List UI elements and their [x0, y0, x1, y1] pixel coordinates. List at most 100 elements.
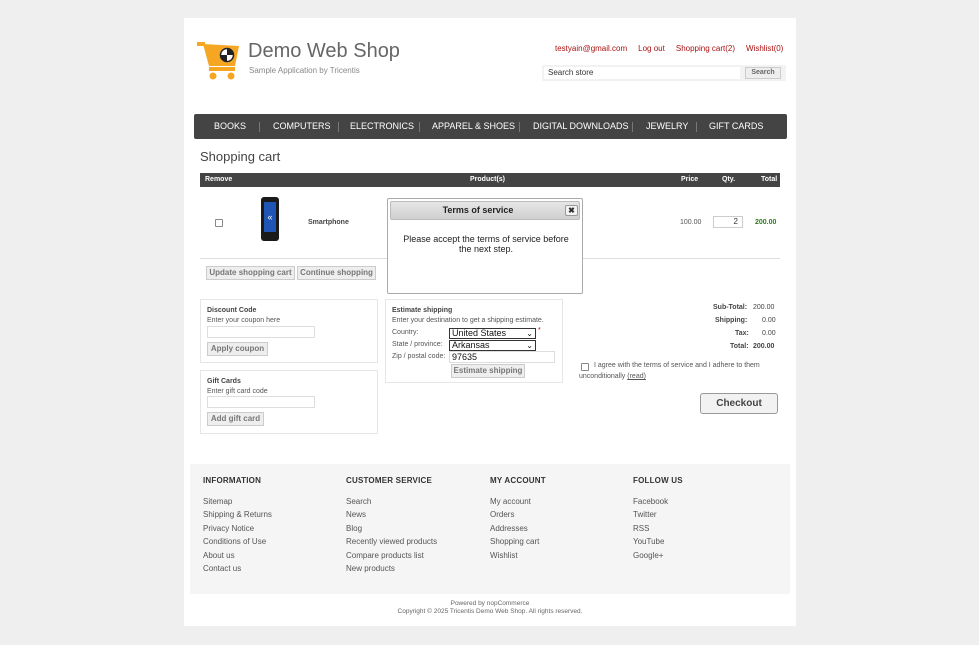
terms-text: I agree with the terms of service and I … [594, 362, 760, 369]
footer-powered-by: Powered by nopCommerce Copyright © 2025 … [184, 600, 796, 616]
discount-title: Discount Code [207, 307, 257, 314]
continue-shopping-button[interactable]: Continue shopping [297, 266, 376, 280]
footer-link-my-account[interactable]: My account [490, 495, 546, 508]
footer: INFORMATION Sitemap Shipping & Returns P… [190, 464, 790, 594]
quantity-input[interactable]: 2 [713, 216, 743, 228]
master-wrapper: Demo Web Shop Sample Application by Tric… [184, 18, 796, 626]
gift-card-hint: Enter gift card code [207, 388, 268, 395]
shipping-title: Estimate shipping [392, 307, 453, 314]
search-button[interactable]: Search [745, 67, 781, 79]
menu-item-apparel-shoes[interactable]: APPAREL & SHOES [432, 114, 515, 139]
product-name-link[interactable]: Smartphone [308, 219, 349, 226]
footer-link-addresses[interactable]: Addresses [490, 522, 546, 535]
terms-of-service-checkbox[interactable] [581, 363, 589, 371]
subtotal-value: 200.00 [753, 304, 775, 311]
footer-link-google-plus[interactable]: Google+ [633, 549, 683, 562]
menu-item-jewelry[interactable]: JEWELRY [646, 114, 688, 139]
footer-link-about-us[interactable]: About us [203, 549, 272, 562]
zip-label: Zip / postal code: [392, 353, 446, 360]
total-label: Total: [730, 343, 749, 350]
state-value: Arkansas [452, 340, 490, 350]
menu-item-gift-cards[interactable]: GIFT CARDS [709, 114, 763, 139]
footer-link-shipping-returns[interactable]: Shipping & Returns [203, 508, 272, 521]
logo-subtitle: Sample Application by Tricentis [249, 66, 360, 75]
shipping-label: Shipping: [715, 317, 748, 324]
footer-link-twitter[interactable]: Twitter [633, 508, 683, 521]
estimate-shipping-button[interactable]: Estimate shipping [451, 364, 525, 378]
column-remove: Remove [205, 176, 233, 183]
footer-link-compare-products[interactable]: Compare products list [346, 549, 437, 562]
update-cart-button[interactable]: Update shopping cart [206, 266, 295, 280]
country-select[interactable]: United States ⌄ [449, 328, 536, 339]
subtotal-label: Sub-Total: [713, 304, 748, 311]
menu-item-books[interactable]: BOOKS [214, 114, 246, 139]
smartphone-icon: « [264, 202, 276, 232]
chevron-down-icon: ⌄ [526, 329, 533, 338]
dialog-message: Please accept the terms of service befor… [403, 234, 569, 254]
wishlist-link[interactable]: Wishlist(0) [746, 44, 783, 53]
footer-link-facebook[interactable]: Facebook [633, 495, 683, 508]
footer-link-search[interactable]: Search [346, 495, 437, 508]
tax-label: Tax: [735, 330, 749, 337]
shipping-hint: Enter your destination to get a shipping… [392, 317, 544, 324]
footer-link-rss[interactable]: RSS [633, 522, 683, 535]
read-terms-link[interactable]: (read) [627, 373, 646, 380]
menu-divider [419, 122, 420, 132]
footer-link-blog[interactable]: Blog [346, 522, 437, 535]
country-value: United States [452, 328, 507, 338]
gift-card-input[interactable] [207, 396, 315, 408]
footer-link-youtube[interactable]: YouTube [633, 535, 683, 548]
footer-heading: CUSTOMER SERVICE [346, 476, 433, 485]
coupon-input[interactable] [207, 326, 315, 338]
state-select[interactable]: Arkansas ⌄ [449, 340, 536, 351]
remove-checkbox[interactable] [215, 219, 223, 227]
footer-link-wishlist[interactable]: Wishlist [490, 549, 546, 562]
menu-item-computers[interactable]: COMPUTERS [273, 114, 331, 139]
zip-input[interactable]: 97635 [449, 351, 555, 363]
menu-divider [259, 122, 260, 132]
add-gift-card-button[interactable]: Add gift card [207, 412, 264, 426]
apply-coupon-button[interactable]: Apply coupon [207, 342, 268, 356]
product-image[interactable]: « [261, 197, 279, 241]
logout-link[interactable]: Log out [638, 44, 665, 53]
footer-link-orders[interactable]: Orders [490, 508, 546, 521]
required-marker: * [538, 327, 541, 334]
menu-item-digital-downloads[interactable]: DIGITAL DOWNLOADS [533, 114, 629, 139]
state-label: State / province: [392, 341, 443, 348]
terms-text-continued: unconditionally (read) [579, 373, 646, 380]
footer-column-my-account: MY ACCOUNT My account Orders Addresses S… [490, 476, 546, 562]
copyright-text: Copyright © 2025 Tricentis Demo Web Shop… [397, 608, 583, 615]
close-icon[interactable]: ✖ [565, 205, 578, 216]
footer-link-shopping-cart[interactable]: Shopping cart [490, 535, 546, 548]
country-label: Country: [392, 329, 419, 336]
terms-text-line2: unconditionally [579, 373, 626, 380]
footer-link-conditions[interactable]: Conditions of Use [203, 535, 272, 548]
footer-link-recently-viewed[interactable]: Recently viewed products [346, 535, 437, 548]
gift-card-title: Gift Cards [207, 378, 241, 385]
footer-column-follow-us: FOLLOW US Facebook Twitter RSS YouTube G… [633, 476, 683, 562]
cart-table-header: Remove Product(s) Price Qty. Total [200, 173, 780, 187]
footer-column-customer-service: CUSTOMER SERVICE Search News Blog Recent… [346, 476, 437, 575]
page-title: Shopping cart [200, 149, 281, 164]
footer-heading: INFORMATION [203, 476, 262, 485]
powered-by-link[interactable]: Powered by nopCommerce [184, 600, 796, 608]
checkout-button[interactable]: Checkout [700, 393, 778, 414]
shopping-cart-logo-icon[interactable] [197, 40, 241, 80]
footer-link-contact-us[interactable]: Contact us [203, 562, 272, 575]
search-input[interactable]: Search store [544, 67, 740, 79]
menu-item-electronics[interactable]: ELECTRONICS [350, 114, 414, 139]
discount-panel: Discount Code Enter your coupon here App… [200, 299, 378, 363]
shopping-cart-link[interactable]: Shopping cart(2) [676, 44, 735, 53]
logo-title[interactable]: Demo Web Shop [248, 40, 400, 63]
dialog-titlebar[interactable]: Terms of service ✖ [390, 201, 580, 220]
footer-link-sitemap[interactable]: Sitemap [203, 495, 272, 508]
gift-card-panel: Gift Cards Enter gift card code Add gift… [200, 370, 378, 434]
tax-value: 0.00 [762, 330, 776, 337]
menu-divider [696, 122, 697, 132]
footer-link-news[interactable]: News [346, 508, 437, 521]
chevron-down-icon: ⌄ [526, 341, 533, 350]
shipping-value: 0.00 [762, 317, 776, 324]
footer-link-privacy-notice[interactable]: Privacy Notice [203, 522, 272, 535]
account-email-link[interactable]: testyain@gmail.com [555, 44, 627, 53]
footer-link-new-products[interactable]: New products [346, 562, 437, 575]
